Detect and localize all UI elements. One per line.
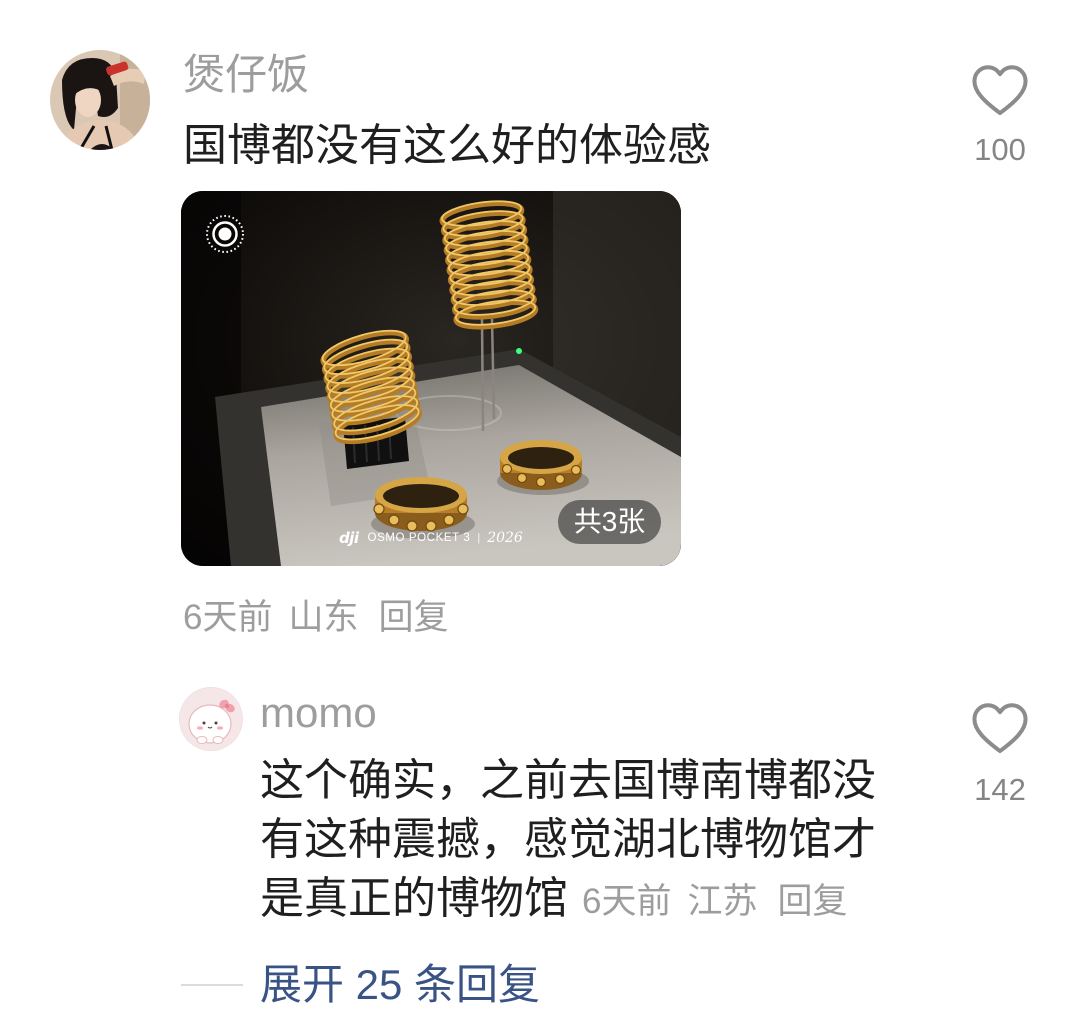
expand-divider — [181, 984, 243, 986]
avatar-cartoon — [180, 688, 242, 750]
watermark-brand: dji — [339, 529, 359, 547]
reply-location: 江苏 — [687, 882, 758, 921]
heart-icon[interactable] — [971, 703, 1029, 754]
comment-image[interactable]: 共3张 dji OSMO POCKET 3 | 2026 — [181, 191, 681, 566]
avatar-photo — [50, 50, 150, 150]
right-gold-bangle — [497, 440, 589, 495]
indicator-light — [516, 348, 522, 354]
heart-icon[interactable] — [971, 65, 1029, 116]
reply-like-count: 142 — [974, 772, 1026, 807]
live-photo-icon[interactable] — [203, 212, 247, 256]
comment-meta: 6天前 山东 回复 — [183, 598, 449, 638]
commenter-avatar[interactable] — [50, 50, 150, 150]
comment-text[interactable]: 国博都没有这么好的体验感 — [183, 120, 711, 172]
replier-username[interactable]: momo — [260, 689, 377, 737]
watermark-year: 2026 — [487, 530, 523, 546]
comment-location: 山东 — [288, 598, 359, 637]
reply-reply-button[interactable]: 回复 — [777, 882, 847, 921]
reply-time: 6天前 — [582, 882, 672, 921]
commenter-username[interactable]: 煲仔饭 — [183, 51, 309, 99]
expand-replies-link[interactable]: 展开 25 条回复 — [260, 960, 540, 1010]
comment-time: 6天前 — [183, 598, 273, 637]
camera-watermark: dji OSMO POCKET 3 | 2026 — [339, 528, 523, 548]
reply-body: 这个确实，之前去国博南博都没有这种震撼，感觉湖北博物馆才是真正的博物馆 6天前 江苏… — [260, 751, 885, 931]
like-count: 100 — [974, 132, 1026, 167]
watermark-model: OSMO POCKET 3 — [367, 532, 471, 544]
watermark-separator: | — [477, 532, 481, 544]
reply-button[interactable]: 回复 — [378, 598, 448, 637]
image-count-badge[interactable]: 共3张 — [558, 500, 661, 544]
replier-avatar[interactable] — [180, 688, 242, 750]
